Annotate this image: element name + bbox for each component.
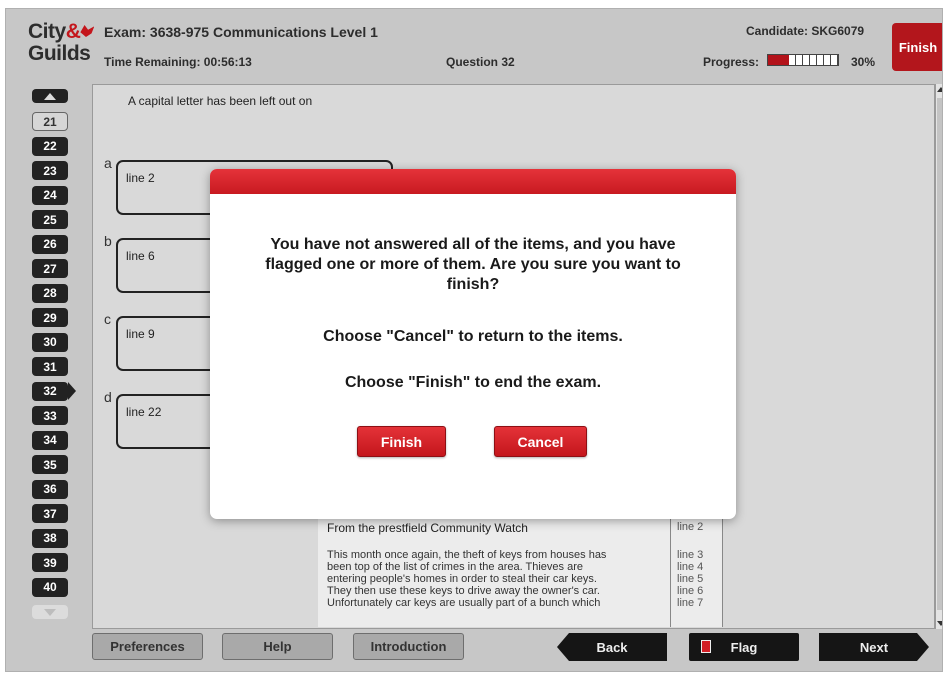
dialog-finish-button[interactable]: Finish (357, 426, 446, 457)
dialog-cancel-button[interactable]: Cancel (494, 426, 587, 457)
dialog-header-bar (210, 169, 736, 194)
dialog-message: You have not answered all of the items, … (265, 236, 681, 293)
dialog-finish-hint: Choose "Finish" to end the exam. (344, 374, 602, 391)
finish-confirmation-dialog: You have not answered all of the items, … (210, 169, 736, 519)
exam-window: City& Guilds Exam: 3638-975 Communicatio… (5, 8, 943, 672)
dialog-cancel-hint: Choose "Cancel" to return to the items. (323, 328, 623, 345)
